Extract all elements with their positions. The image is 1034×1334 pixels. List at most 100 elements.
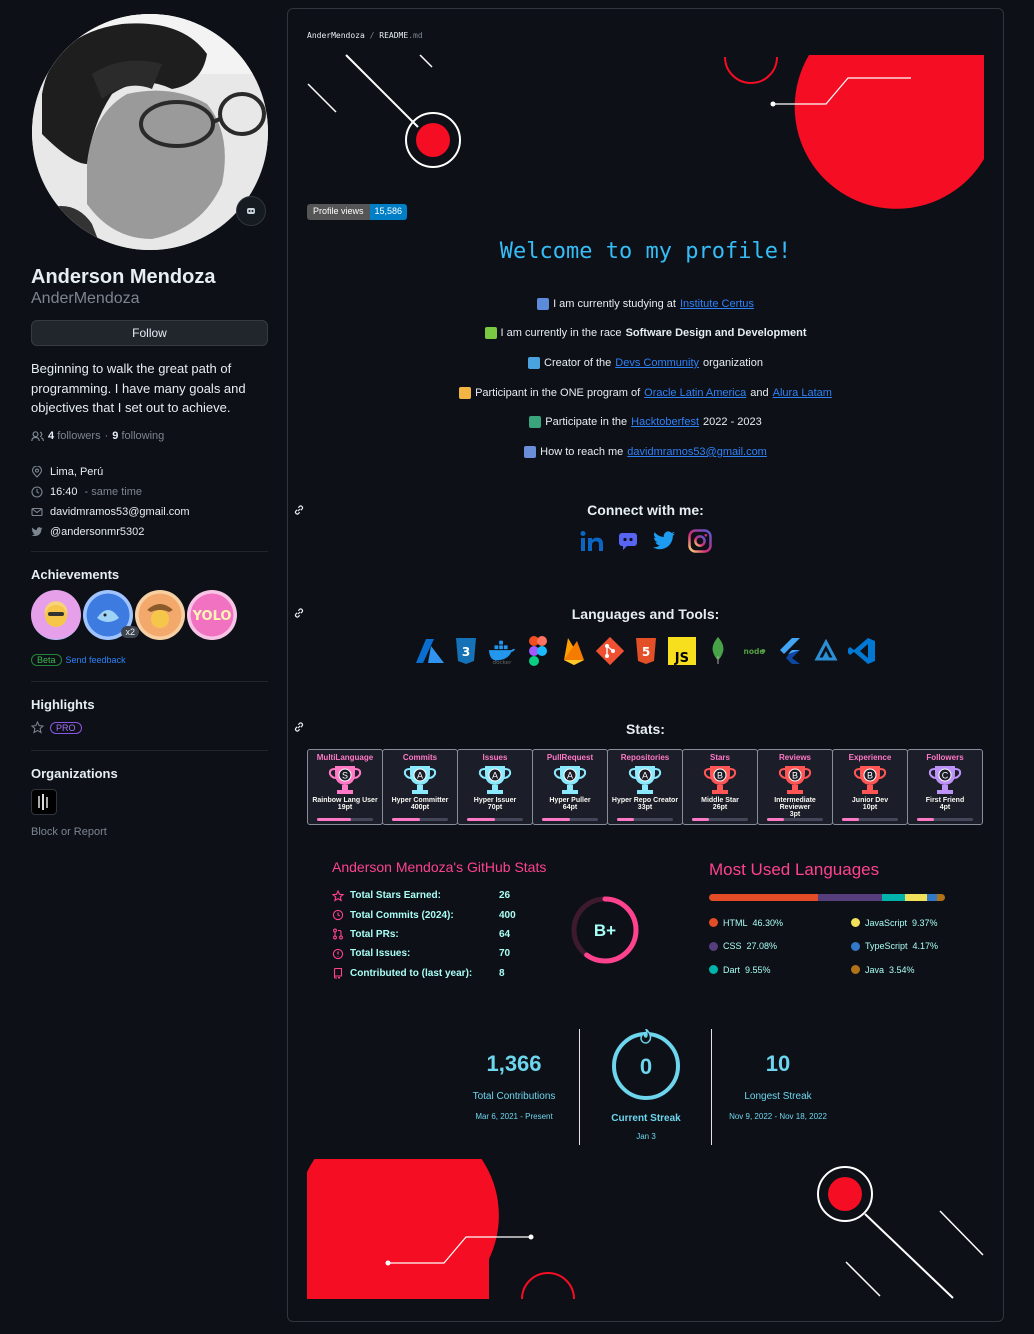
mailbox-icon xyxy=(524,445,537,458)
github-stats-list: Total Stars Earned: 26 Total Commits (2024… xyxy=(332,886,516,983)
local-time-row: 16:40 - same time xyxy=(31,482,190,502)
language-percent: 46.30% xyxy=(752,917,784,928)
github-stat-value: 8 xyxy=(499,967,505,979)
divider xyxy=(31,681,268,682)
language-color-dot xyxy=(851,918,860,928)
trophy-card: Followers C First Friend 4pt xyxy=(907,749,983,825)
profile-details: Lima, Perú 16:40 - same time davidmramos… xyxy=(31,462,190,542)
email-link[interactable]: davidmramos53@gmail.com xyxy=(50,506,190,518)
institute-link[interactable]: Institute Certus xyxy=(680,298,754,310)
language-legend-item: CSS 27.08% xyxy=(709,938,851,956)
trophy-card: Commits A Hyper Committer 400pt xyxy=(382,749,458,825)
total-contributions-range: Mar 6, 2021 - Present xyxy=(475,1112,553,1121)
trophy-grade: A xyxy=(417,771,423,781)
trophy-points: 4pt xyxy=(939,804,951,811)
hacktoberfest-link[interactable]: Hacktoberfest xyxy=(631,416,699,428)
trophy-rank: First Friend xyxy=(925,797,965,804)
trophy-card: Issues A Hyper Issuer 70pt xyxy=(457,749,533,825)
achievement-badge[interactable] xyxy=(135,590,185,640)
html5-icon[interactable]: 5 xyxy=(631,635,661,667)
trophy-cup-icon: B xyxy=(777,764,813,796)
trophy-points: 70pt xyxy=(487,804,503,811)
git-icon[interactable] xyxy=(595,635,625,667)
status-emoji-icon[interactable] xyxy=(236,196,266,226)
intro-line: Creator of the Devs Community organizati… xyxy=(288,348,1003,378)
github-stat-value: 26 xyxy=(499,890,511,902)
oracle-link[interactable]: Oracle Latin America xyxy=(644,387,746,399)
flutter-icon[interactable] xyxy=(775,635,805,667)
firebase-icon[interactable] xyxy=(559,635,589,667)
language-bar-segment xyxy=(882,894,905,901)
language-color-dot xyxy=(709,918,718,928)
follow-stats: 4 followers · 9 following xyxy=(31,430,164,442)
github-stat-row: Contributed to (last year): 8 xyxy=(332,964,516,983)
language-legend-item: HTML 46.30% xyxy=(709,914,851,932)
trophy-rank: Rainbow Lang User xyxy=(312,797,378,804)
avatar[interactable] xyxy=(32,14,268,250)
trophy-grade: B xyxy=(717,771,723,781)
organization-avatar[interactable] xyxy=(31,789,57,815)
language-bar-segment xyxy=(936,894,945,901)
trophy-cup-icon: S xyxy=(327,764,363,796)
language-legend-item: Java 3.54% xyxy=(851,961,969,979)
twitter-link[interactable]: @andersonmr5302 xyxy=(50,526,144,538)
email-row: davidmramos53@gmail.com xyxy=(31,502,190,522)
javascript-icon[interactable]: JS xyxy=(667,635,697,667)
student-icon xyxy=(459,386,472,399)
svg-text:3: 3 xyxy=(461,645,469,659)
longest-streak-label: Longest Streak xyxy=(744,1091,812,1102)
follow-button[interactable]: Follow xyxy=(31,320,268,346)
svg-text:YOLO: YOLO xyxy=(192,609,232,624)
trophy-card: MultiLanguage S Rainbow Lang User 19pt xyxy=(307,749,383,825)
email-link[interactable]: davidmramos53@gmail.com xyxy=(627,446,767,458)
instagram-icon[interactable] xyxy=(687,528,713,554)
total-contributions-value: 1,366 xyxy=(486,1051,542,1076)
send-feedback-link[interactable]: Send feedback xyxy=(66,655,126,665)
highlights-pro: PRO xyxy=(31,721,82,734)
language-name: Java xyxy=(865,964,885,975)
devs-community-link[interactable]: Devs Community xyxy=(615,357,699,369)
css3-icon[interactable]: 3 xyxy=(451,635,481,667)
figma-icon[interactable] xyxy=(523,635,553,667)
intro-list: I am currently studying at Institute Cer… xyxy=(288,289,1003,467)
azure-icon[interactable] xyxy=(415,635,445,667)
achievement-badge[interactable]: x2 xyxy=(83,590,139,640)
block-report-link[interactable]: Block or Report xyxy=(31,826,107,838)
appwrite-icon[interactable] xyxy=(811,635,841,667)
svg-text:JS: JS xyxy=(673,651,688,666)
trophy-rank: Hyper Repo Creator xyxy=(611,797,679,804)
alura-link[interactable]: Alura Latam xyxy=(773,387,832,399)
profile-fullname: Anderson Mendoza xyxy=(31,266,216,288)
trophy-progress xyxy=(467,818,523,821)
trophy-progress xyxy=(392,818,448,821)
mongodb-icon[interactable] xyxy=(703,635,733,667)
nodejs-icon[interactable]: node xyxy=(739,635,769,667)
trophy-cup-icon: B xyxy=(852,764,888,796)
vscode-icon[interactable] xyxy=(847,635,877,667)
achievement-badge[interactable]: YOLO xyxy=(187,590,237,640)
trophy-title: Reviews xyxy=(778,753,812,762)
following-link[interactable]: 9 following xyxy=(112,430,164,442)
trophy-cup-icon: A xyxy=(402,764,438,796)
divider xyxy=(711,1029,712,1145)
language-color-dot xyxy=(851,941,860,951)
svg-text:node: node xyxy=(743,647,764,656)
pro-badge: PRO xyxy=(50,721,82,734)
language-percent: 27.08% xyxy=(746,941,778,952)
profile-sidebar: Anderson Mendoza AnderMendoza Follow Beg… xyxy=(0,0,288,1334)
linkedin-icon[interactable] xyxy=(579,528,605,554)
rank-grade: B+ xyxy=(594,921,616,940)
connect-heading: Connect with me: xyxy=(587,502,704,518)
docker-icon[interactable]: docker xyxy=(487,635,517,667)
languages-title: Most Used Languages xyxy=(709,860,880,879)
total-contributions-label: Total Contributions xyxy=(472,1091,556,1102)
twitter-icon[interactable] xyxy=(651,528,677,554)
followers-link[interactable]: 4 followers xyxy=(48,430,101,442)
divider xyxy=(31,750,268,751)
language-bar-segment xyxy=(818,894,883,901)
discord-icon[interactable] xyxy=(615,528,641,554)
achievement-badge[interactable] xyxy=(31,590,81,640)
language-color-dot xyxy=(709,941,718,951)
issue-icon xyxy=(332,948,344,960)
achievements-list: x2 YOLO xyxy=(31,590,237,640)
